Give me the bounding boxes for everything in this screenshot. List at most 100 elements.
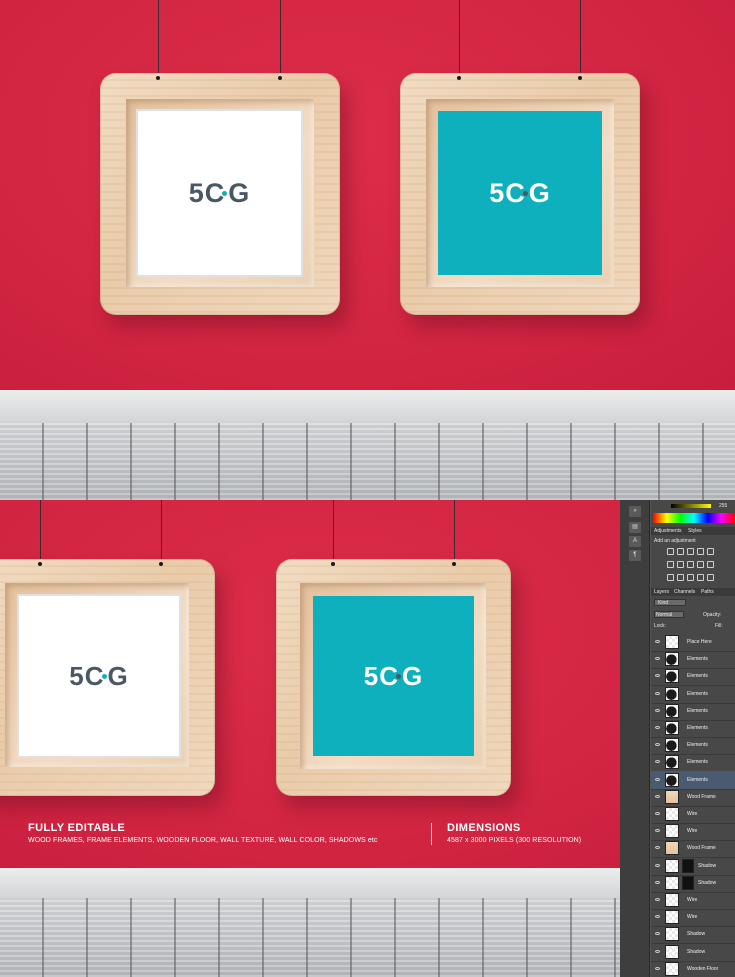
exposure-icon[interactable] (697, 548, 704, 555)
visibility-eye-icon[interactable] (655, 726, 660, 729)
tab-channels[interactable]: Channels (674, 589, 695, 595)
posterize-icon[interactable] (677, 574, 684, 581)
nail (457, 76, 461, 80)
adjustment-icons-row (667, 574, 714, 582)
collapse-icon[interactable]: » (629, 506, 641, 517)
visibility-eye-icon[interactable] (655, 949, 660, 953)
wooden-floor (0, 423, 735, 500)
layer-thumbnail (665, 772, 679, 787)
brand-logo: 5CG (69, 660, 129, 691)
layer-mask-thumbnail (682, 875, 694, 890)
layer-thumbnail (665, 858, 679, 873)
layer-row[interactable]: Shadow (651, 925, 735, 945)
tab-adjustments[interactable]: Adjustments (654, 528, 682, 534)
color-ramp[interactable] (653, 513, 735, 523)
mixer-icon[interactable] (707, 561, 714, 568)
layer-row[interactable]: Elements (651, 650, 735, 670)
panel-toolstrip: » ▤ A ¶ (620, 500, 650, 977)
bw-icon[interactable] (687, 561, 694, 568)
layer-thumbnail (665, 738, 679, 753)
paragraph-icon[interactable]: ¶ (629, 550, 641, 561)
visibility-eye-icon[interactable] (655, 708, 660, 712)
brightness-icon[interactable] (667, 548, 674, 555)
caption-editable: FULLY EDITABLE WOOD FRAMES, FRAME ELEMEN… (28, 822, 378, 844)
layer-row[interactable]: Wire (651, 908, 735, 928)
history-icon[interactable]: ▤ (629, 522, 641, 533)
brand-logo: 5CG (363, 660, 424, 691)
logo-dot-icon (222, 190, 228, 196)
layer-name: Wood Frame (687, 845, 716, 852)
tab-styles[interactable]: Styles (688, 528, 702, 534)
visibility-eye-icon[interactable] (655, 777, 660, 781)
curves-icon[interactable] (687, 548, 694, 555)
poster-white: 5CG (19, 596, 179, 756)
layer-row[interactable]: Elements (651, 719, 735, 738)
layer-thumbnail (665, 721, 679, 735)
visibility-eye-icon[interactable] (655, 812, 660, 815)
visibility-eye-icon[interactable] (655, 880, 660, 884)
selective-color-icon[interactable] (707, 574, 714, 581)
visibility-eye-icon[interactable] (655, 794, 660, 798)
layer-thumbnail (665, 910, 679, 925)
layer-row[interactable]: Wire (651, 805, 735, 824)
layer-row[interactable]: Shadow (651, 857, 735, 876)
nail (331, 562, 335, 566)
visibility-eye-icon[interactable] (655, 829, 660, 833)
character-icon[interactable]: A (629, 536, 641, 547)
layer-row[interactable]: Shadow (651, 943, 735, 962)
visibility-eye-icon[interactable] (655, 932, 660, 936)
layer-row[interactable]: Wooden Floor (651, 960, 735, 977)
layer-row[interactable]: Wood Frame (651, 839, 735, 859)
gradient-map-icon[interactable] (697, 574, 704, 581)
layer-name: Wire (687, 897, 698, 903)
layer-row[interactable]: Elements (651, 770, 735, 790)
layer-row[interactable]: Place Here (651, 633, 735, 652)
adjustment-icons-row (667, 548, 714, 556)
layer-row[interactable]: Shadow (651, 874, 735, 893)
visibility-eye-icon[interactable] (655, 966, 660, 970)
vibrance-icon[interactable] (707, 548, 714, 555)
visibility-eye-icon[interactable] (655, 743, 660, 747)
color-slider[interactable] (671, 504, 711, 508)
layer-row[interactable]: Elements (651, 667, 735, 687)
tab-layers[interactable]: Layers (654, 589, 669, 595)
visibility-eye-icon[interactable] (655, 915, 660, 919)
threshold-icon[interactable] (687, 574, 694, 581)
layer-mask-thumbnail (682, 858, 694, 873)
wood-frame-white: 5CG (100, 73, 340, 315)
levels-icon[interactable] (677, 548, 684, 555)
lock-label: Lock: (654, 623, 666, 629)
hue-icon[interactable] (667, 561, 674, 568)
poster-teal: 5CG (313, 596, 474, 756)
photo-filter-icon[interactable] (697, 561, 704, 568)
logo-dot-icon (101, 673, 107, 679)
visibility-eye-icon[interactable] (655, 691, 660, 695)
hanging-wire (40, 500, 41, 562)
visibility-eye-icon[interactable] (655, 657, 660, 661)
layer-row[interactable]: Elements (651, 702, 735, 721)
layer-thumbnail (665, 893, 679, 907)
layer-thumbnail (665, 807, 679, 821)
layer-row[interactable]: Elements (651, 736, 735, 756)
visibility-eye-icon[interactable] (655, 640, 660, 643)
visibility-eye-icon[interactable] (655, 674, 660, 678)
layer-row[interactable]: Wire (651, 822, 735, 842)
layer-row[interactable]: Elements (651, 685, 735, 704)
layer-row[interactable]: Wood Frame (651, 788, 735, 807)
brand-logo: 5CG (188, 177, 251, 208)
visibility-eye-icon[interactable] (655, 898, 660, 901)
layer-thumbnail (665, 824, 679, 839)
invert-icon[interactable] (667, 574, 674, 581)
layer-row[interactable]: Wire (651, 891, 735, 910)
layer-thumbnail (665, 652, 679, 667)
tab-paths[interactable]: Paths (701, 589, 714, 595)
layer-name: Elements (687, 742, 708, 749)
visibility-eye-icon[interactable] (655, 863, 660, 867)
layer-row[interactable]: Elements (651, 753, 735, 773)
layer-name: Shadow (698, 862, 717, 869)
visibility-eye-icon[interactable] (655, 760, 660, 764)
layer-name: Place Here (687, 639, 712, 645)
layer-thumbnail (665, 755, 679, 770)
balance-icon[interactable] (677, 561, 684, 568)
visibility-eye-icon[interactable] (655, 846, 660, 850)
